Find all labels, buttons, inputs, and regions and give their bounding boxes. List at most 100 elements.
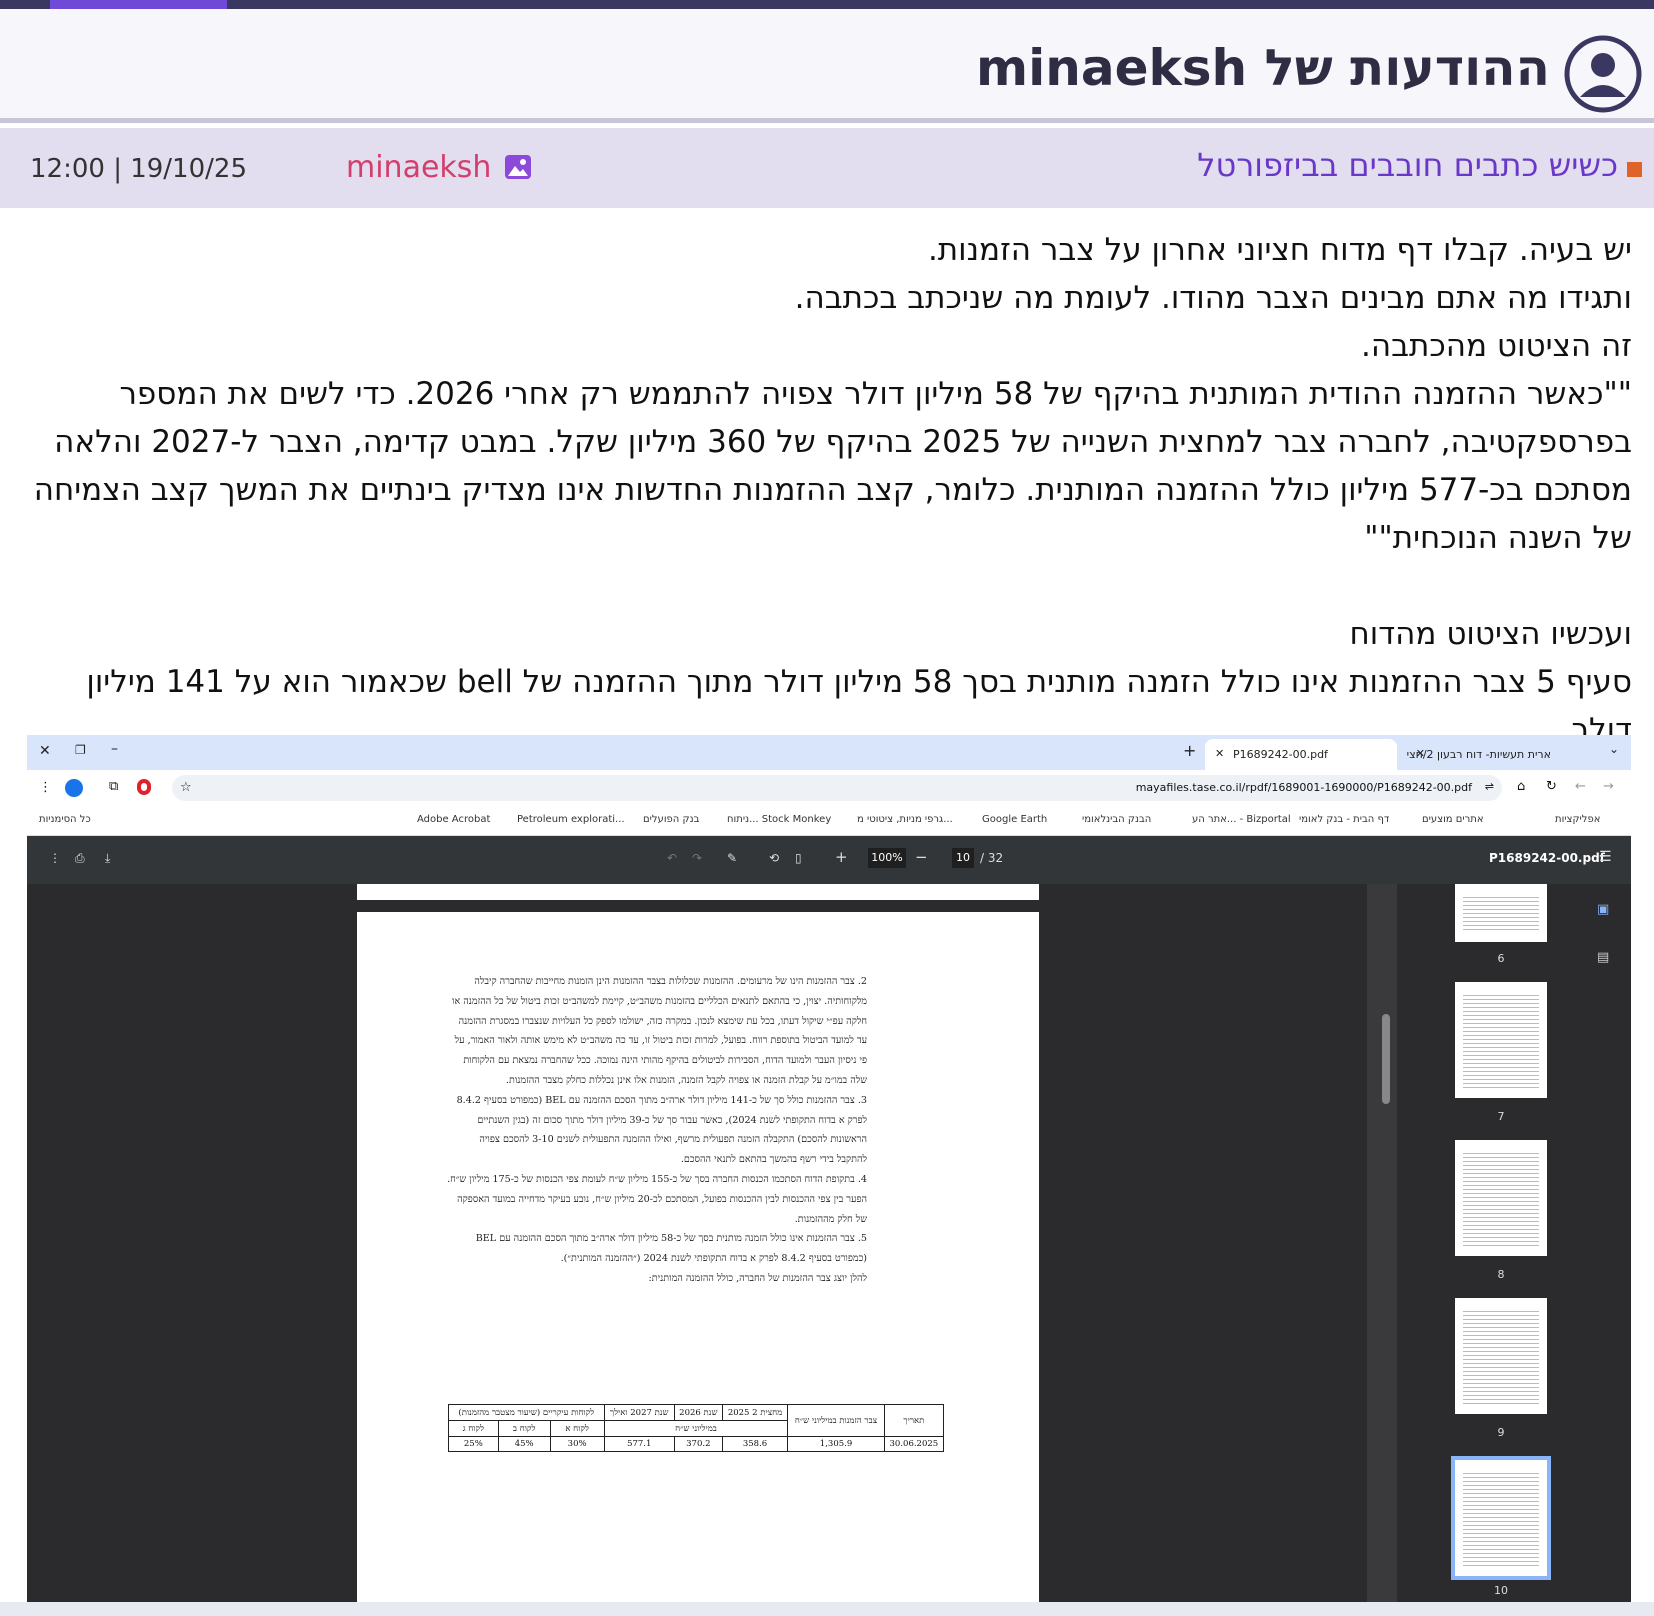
annotate-icon[interactable]: ✎ (727, 851, 737, 865)
bookmark[interactable]: אתרים מוצעים (1422, 814, 1484, 825)
bookmark[interactable]: הבנק הבינלאומי (1082, 814, 1151, 825)
bookmark[interactable]: אתר הע... - Bizportal (1192, 814, 1291, 825)
table-cell: 1,305.9 (787, 1436, 885, 1452)
url-text: mayafiles.tase.co.il/rpdf/1689001-169000… (1135, 781, 1472, 794)
table-header: שנת 2026 (673, 1404, 723, 1421)
redo-icon[interactable]: ↷ (692, 851, 702, 865)
outline-view-icon[interactable]: ▤ (1597, 950, 1609, 965)
tab-search-icon[interactable]: ⌄ (1609, 742, 1619, 756)
table-subheader: במיליוני ש״ח (603, 1420, 789, 1437)
post-paragraph: יש בעיה. קבלו דף מדוח חציוני אחרון על צב… (927, 232, 1632, 268)
forward-icon[interactable]: → (1603, 779, 1614, 794)
zoom-level[interactable]: 100% (868, 848, 906, 868)
embedded-screenshot: ✕ ❐ – + ✕ P1689242-00.pdf ארית תעשיות- ד… (27, 735, 1631, 1616)
pdf-scrollbar[interactable] (1367, 884, 1397, 1616)
post-paragraph: ועכשיו הציטוט מהדוח (1349, 616, 1632, 652)
post-quote: ""כאשר ההזמנה ההודית המותנית בהיקף של 58… (33, 376, 1632, 556)
zoom-out-icon[interactable]: − (915, 848, 928, 866)
site-settings-icon[interactable]: ⇌ (1485, 780, 1494, 793)
pdf-item: 3. צבר ההזמנות כולל סך של כ-141 מיליון ד… (456, 1094, 867, 1166)
table-cell: 370.2 (673, 1436, 723, 1452)
opera-icon[interactable] (137, 779, 151, 795)
top-accent-active (50, 0, 227, 9)
pdf-item: להלן יוצג צבר ההזמנות של החברה, כולל ההז… (648, 1272, 867, 1284)
post-title-link[interactable]: כשיש כתבים חובבים בביזפורטל (1197, 146, 1618, 184)
back-icon[interactable]: ← (1575, 779, 1586, 794)
table-cell: 30% (549, 1436, 605, 1452)
table-cell: 30.06.2025 (883, 1436, 945, 1452)
download-icon[interactable]: ⤓ (105, 851, 110, 866)
thumbnail-label: 8 (1497, 1268, 1505, 1281)
post-paragraph: ותגידו מה אתם מבינים הצבר מהודו. לעומת מ… (794, 280, 1632, 316)
star-icon[interactable]: ☆ (180, 780, 192, 795)
more-options-icon[interactable]: ⋮ (49, 851, 61, 865)
browser-tab-strip: ✕ ❐ – + ✕ P1689242-00.pdf ארית תעשיות- ד… (27, 735, 1631, 770)
pdf-filename: P1689242-00.pdf (1489, 851, 1605, 865)
extensions-icon[interactable]: ⧉ (109, 779, 118, 794)
thumbnail-selected[interactable] (1451, 1456, 1551, 1580)
page-header: ההודעות של minaeksh (0, 9, 1654, 123)
address-field[interactable]: ☆ mayafiles.tase.co.il/rpdf/1689001-1690… (172, 775, 1502, 801)
thumbnail-sidebar: 6 7 8 9 10 ▣ ▤ (1397, 884, 1631, 1616)
table-header: שנת 2027 ואילך (603, 1404, 675, 1421)
close-tab-icon[interactable]: ✕ (1215, 747, 1224, 760)
minimize-window-icon[interactable]: – (111, 741, 118, 757)
bookmark[interactable]: גרפי מניות, ציטוטי מ... (857, 814, 953, 825)
fit-page-icon[interactable]: ▯ (795, 851, 802, 865)
home-icon[interactable]: ⌂ (1517, 779, 1525, 794)
all-bookmarks[interactable]: כל הסימניות (39, 814, 91, 825)
print-icon[interactable]: ⎙ (75, 851, 85, 866)
bookmark[interactable]: Adobe Acrobat (417, 814, 490, 825)
backlog-table: תאריך צבר הזמנות במיליוני ש״ח מחצית 2 20… (448, 1404, 945, 1452)
bookmark[interactable]: Google Earth (982, 814, 1047, 825)
bookmarks-bar: אפליקציות אתרים מוצעים דף הבית - בנק לאו… (27, 806, 1631, 836)
pdf-item: 2. צבר ההזמנות הינו של מרעומים. ההזמנות … (452, 976, 867, 1086)
post-date: 12:00 | 19/10/25 (30, 154, 247, 184)
image-icon[interactable] (503, 152, 533, 182)
table-cell: 25% (448, 1436, 499, 1452)
pdf-document-area[interactable]: 2. צבר ההזמנות הינו של מרעומים. ההזמנות … (27, 884, 1367, 1616)
tab-report[interactable]: ארית תעשיות- דוח רבעון 2/חצי ✕ (1405, 739, 1595, 770)
thumbnails-view-icon[interactable]: ▣ (1597, 902, 1609, 917)
post-author-link[interactable]: minaeksh (346, 150, 491, 185)
thumbnail[interactable] (1455, 1298, 1547, 1414)
rotate-icon[interactable]: ⟲ (769, 851, 779, 865)
post-paragraph (30, 562, 1632, 610)
thumbnail[interactable] (1455, 884, 1547, 942)
pdf-item: 4. בתקופת הדוח הסתכמו הכנסות החברה בסך ש… (447, 1173, 867, 1225)
close-window-icon[interactable]: ✕ (39, 743, 51, 759)
thumbnail[interactable] (1455, 982, 1547, 1098)
post-body: יש בעיה. קבלו דף מדוח חציוני אחרון על צב… (30, 226, 1632, 754)
tab-pdf[interactable]: ✕ P1689242-00.pdf (1205, 739, 1397, 770)
page-total: / 32 (980, 851, 1004, 865)
new-tab-icon[interactable]: + (1183, 741, 1196, 760)
bookmark[interactable]: Petroleum explorati... (517, 814, 625, 825)
pdf-item: 5. צבר ההזמנות אינו כולל הזמנה מותנית בס… (475, 1233, 867, 1265)
restore-window-icon[interactable]: ❐ (75, 743, 86, 757)
bookmark[interactable]: ניתוח... Stock Monkey (727, 814, 831, 825)
menu-dots-icon[interactable]: ⋮ (39, 780, 52, 795)
pdf-page: 2. צבר ההזמנות הינו של מרעומים. ההזמנות … (357, 912, 1039, 1616)
bookmark[interactable]: אפליקציות (1555, 814, 1600, 825)
table-subheader: לקוח ג (448, 1420, 499, 1437)
bookmark[interactable]: בנק הפועלים (643, 814, 699, 825)
table-header: מחצית 2 2025 (721, 1404, 789, 1421)
user-icon (1564, 35, 1642, 113)
post-paragraph: זה הציטוט מהכתבה. (1360, 328, 1632, 364)
thumbnail[interactable] (1455, 1140, 1547, 1256)
post-header-bar: כשיש כתבים חובבים בביזפורטל minaeksh 12:… (0, 128, 1654, 208)
zoom-in-icon[interactable]: + (835, 848, 848, 866)
page-title: ההודעות של minaeksh (976, 39, 1550, 97)
table-header: לקוחות עיקריים (שיעור מצטבר מהזמנות) (448, 1404, 605, 1421)
table-row: 30.06.2025 1,305.9 358.6 370.2 577.1 30%… (448, 1436, 945, 1452)
profile-icon[interactable] (65, 779, 83, 797)
scrollbar-thumb[interactable] (1382, 1014, 1390, 1104)
close-tab-icon[interactable]: ✕ (1416, 747, 1425, 760)
reload-icon[interactable]: ↻ (1546, 779, 1557, 794)
sidebar-menu-icon[interactable]: ☰ (1599, 849, 1612, 865)
bookmark[interactable]: דף הבית - בנק לאומי (1299, 814, 1389, 825)
page-number-input[interactable]: 10 (952, 848, 974, 868)
tab-label: P1689242-00.pdf (1233, 748, 1328, 761)
table-header: צבר הזמנות במיליוני ש״ח (787, 1404, 885, 1437)
undo-icon[interactable]: ↶ (667, 851, 677, 865)
